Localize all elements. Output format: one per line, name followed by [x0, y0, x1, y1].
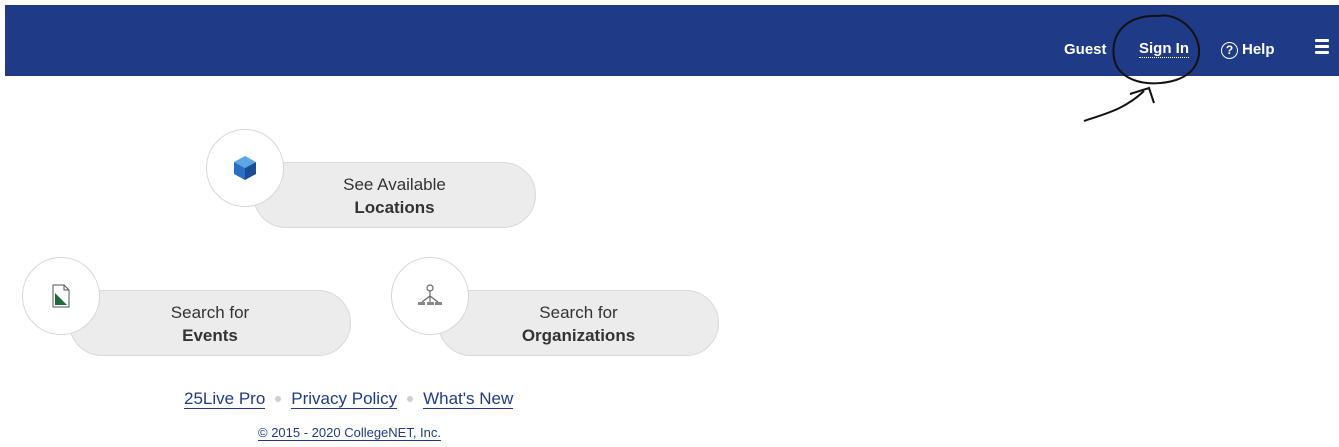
organizations-line2: Organizations [521, 326, 636, 345]
organizations-line1: Search for [539, 303, 618, 322]
footer-link-whats-new[interactable]: What's New [423, 389, 514, 409]
events-icon-circle[interactable] [22, 257, 100, 335]
locations-icon-circle[interactable] [206, 129, 284, 207]
events-pill[interactable]: Search for Events [69, 290, 351, 356]
sign-in-link[interactable]: Sign In [1139, 40, 1189, 58]
separator-dot [407, 396, 414, 402]
events-line2: Events [182, 326, 238, 345]
locations-line2: Locations [354, 198, 435, 217]
events-line1: Search for [170, 303, 250, 322]
top-navigation-bar: Guest Sign In ? Help [5, 5, 1339, 76]
separator-dot [275, 396, 282, 402]
help-button[interactable]: ? Help [1221, 40, 1275, 60]
footer-link-25live-pro[interactable]: 25Live Pro [184, 389, 266, 409]
footer-links: 25Live Pro Privacy Policy What's New [184, 389, 514, 409]
hamburger-menu-icon[interactable] [1315, 39, 1329, 55]
annotation-arrowhead [1129, 86, 1155, 104]
locations-pill[interactable]: See Available Locations [253, 162, 536, 228]
locations-line1: See Available [343, 175, 446, 194]
help-label: Help [1242, 41, 1275, 58]
help-circle-icon: ? [1221, 41, 1238, 59]
organizations-pill[interactable]: Search for Organizations [438, 290, 719, 356]
document-icon [52, 284, 70, 308]
guest-label: Guest [1064, 41, 1107, 58]
org-chart-icon [418, 284, 442, 305]
annotation-arrow [1083, 90, 1145, 122]
cube-icon [234, 156, 256, 180]
footer-link-privacy-policy[interactable]: Privacy Policy [291, 389, 398, 409]
copyright-link[interactable]: © 2015 - 2020 CollegeNET, Inc. [258, 425, 442, 441]
organizations-icon-circle[interactable] [391, 257, 469, 335]
